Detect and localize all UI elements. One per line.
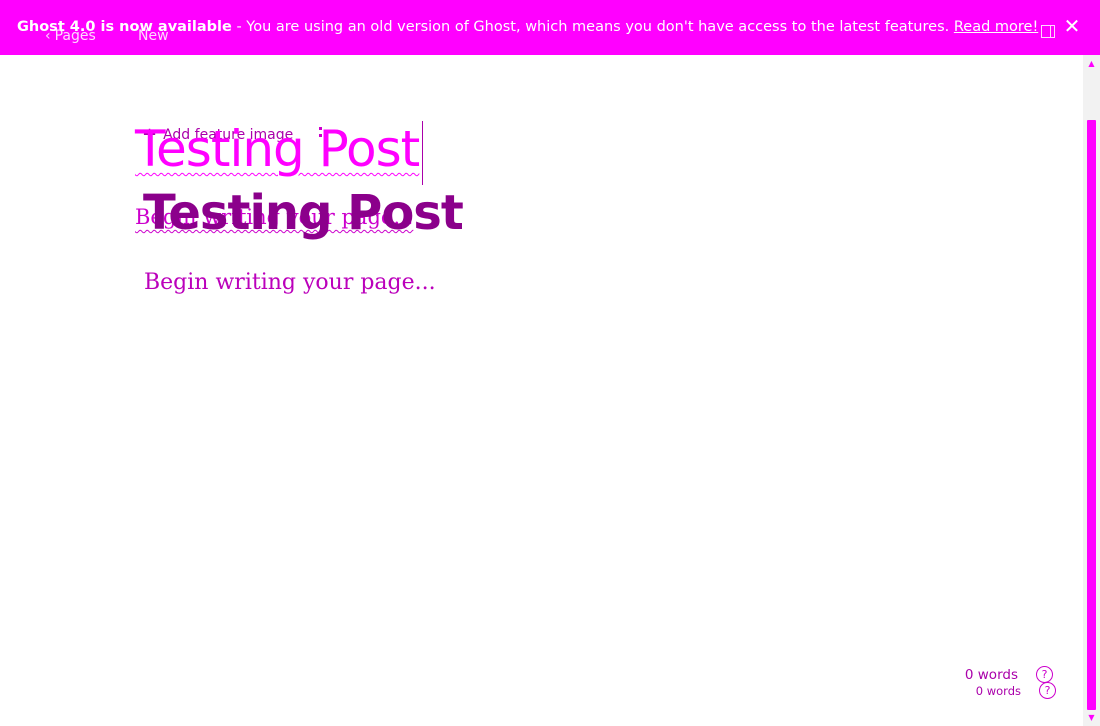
scroll-up-arrow-icon[interactable]: ▲ (1083, 55, 1100, 72)
scroll-down-arrow-icon[interactable]: ▼ (1083, 709, 1100, 726)
drag-handle-dot (319, 134, 322, 137)
read-more-link[interactable]: Read more! (954, 19, 1038, 35)
drag-handle-dot (319, 127, 322, 130)
word-count-secondary: 0 words (975, 684, 1021, 698)
post-title-display[interactable]: Testing Post (143, 185, 464, 241)
banner-separator: - (231, 19, 247, 35)
post-title-input[interactable]: Testing Post (135, 120, 420, 178)
help-icon[interactable]: ? (1036, 666, 1053, 683)
close-icon[interactable]: ✕ (1063, 16, 1081, 36)
text-caret (422, 121, 423, 185)
help-icon-secondary[interactable]: ? (1039, 682, 1056, 699)
banner-message: Ghost 4.0 is now available - You are usi… (17, 0, 1038, 55)
scrollbar-thumb[interactable] (1087, 120, 1096, 710)
banner-text: You are using an old version of Ghost, w… (246, 19, 954, 35)
word-count: 0 words (964, 667, 1018, 683)
update-banner: ‹ Pages New Ghost 4.0 is now available - … (0, 0, 1100, 55)
post-body-editor[interactable]: Begin writing your page... (144, 270, 436, 295)
banner-headline: Ghost 4.0 is now available (17, 19, 232, 35)
ghost-editor-window: ‹ Pages New Ghost 4.0 is now available - … (0, 0, 1100, 726)
sidebar-toggle-icon[interactable] (1041, 25, 1055, 38)
vertical-scrollbar[interactable]: ▲ ▼ (1083, 55, 1100, 726)
